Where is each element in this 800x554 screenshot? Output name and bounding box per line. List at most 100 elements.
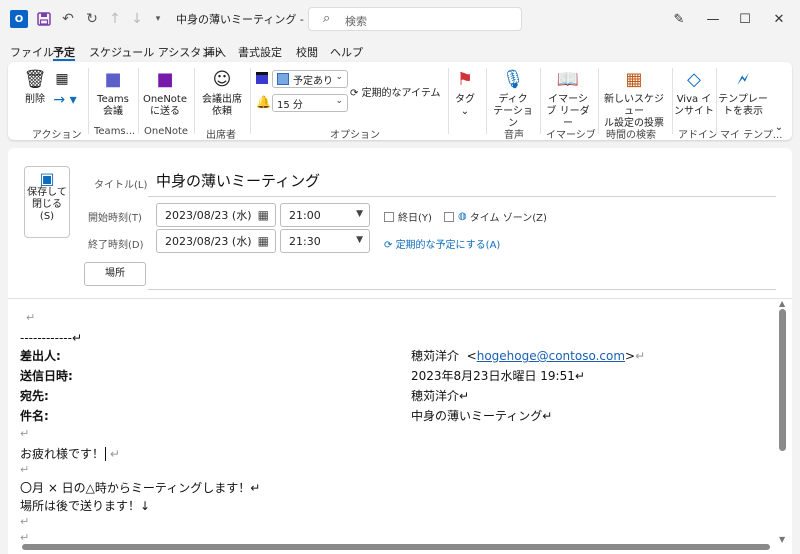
- save-close-label-2: 閉じる: [32, 199, 62, 210]
- ribbon-separator: [194, 68, 195, 134]
- viva-insights-icon: ◇: [687, 69, 701, 90]
- paragraph-mark: ↵: [20, 531, 30, 544]
- location-button[interactable]: 場所: [84, 262, 146, 286]
- ribbon-separator: [672, 68, 673, 134]
- location-input-underline[interactable]: [148, 289, 776, 290]
- to-value: 穂苅洋介↵: [411, 389, 470, 403]
- save-icon[interactable]: [36, 10, 52, 28]
- viva-insights-button[interactable]: ◇ Viva イ ンサイト: [674, 68, 714, 118]
- vertical-scrollbar[interactable]: [779, 309, 786, 451]
- recurrence-label: 定期的なアイテム: [361, 88, 441, 99]
- teams-icon: ■: [104, 69, 122, 90]
- quick-access-more-icon[interactable]: ▾: [152, 10, 164, 28]
- end-date-picker[interactable]: 2023/08/23 (水) ▦: [156, 229, 276, 253]
- maximize-button[interactable]: ☐: [730, 10, 760, 28]
- chevron-down-icon: ⌄: [460, 106, 470, 117]
- teams-label-2: 会議: [103, 106, 123, 117]
- show-as-dropdown[interactable]: 予定あり ⌄: [272, 70, 348, 88]
- all-day-checkbox[interactable]: 終日(Y): [384, 209, 432, 224]
- paragraph-mark: ↵: [635, 349, 646, 363]
- redo-icon[interactable]: ↻: [84, 10, 100, 28]
- close-button[interactable]: ✕: [764, 10, 794, 28]
- to-label: 宛先:: [20, 389, 49, 403]
- undo-icon[interactable]: ↶: [60, 10, 76, 28]
- invite-label-2: 依頼: [212, 106, 232, 117]
- from-email-link[interactable]: hogehoge@contoso.com: [477, 349, 625, 363]
- delete-button[interactable]: 🗑 削除: [18, 68, 52, 106]
- invite-attendees-button[interactable]: ☺ 会議出席 依頼: [198, 68, 246, 118]
- active-tab-indicator: [53, 59, 75, 61]
- immersive-reader-button[interactable]: 📖 イマーシ ブ リーダー: [542, 68, 594, 130]
- title-label: タイトル(L): [94, 180, 148, 191]
- start-date-picker[interactable]: 2023/08/23 (水) ▦: [156, 203, 276, 227]
- delete-label: 削除: [25, 94, 45, 105]
- poll-calendar-icon: ▦: [625, 69, 643, 90]
- make-recurring-link[interactable]: ⟳ 定期的な予定にする(A): [384, 236, 500, 251]
- scroll-up-icon[interactable]: ▲: [779, 299, 785, 308]
- paragraph-mark: ↵: [20, 427, 30, 440]
- message-body[interactable]: ↵ ------------↵ 差出人: 穂苅洋介 <hogehoge@cont…: [8, 298, 792, 554]
- start-time-label: 開始時刻(T): [88, 213, 142, 224]
- tags-button[interactable]: ⚑ タグ ⌄: [450, 68, 480, 118]
- paragraph-mark: ↵: [109, 447, 120, 461]
- title-input[interactable]: 中身の薄いミーティング: [156, 170, 320, 191]
- ribbon-tabs: ファイル 予定 スケジュール アシスタント 挿入 書式設定 校閲 ヘルプ: [0, 40, 800, 62]
- group-addins-label: アドイン: [678, 130, 718, 141]
- ribbon-separator: [716, 68, 717, 134]
- bell-icon: 🔔: [256, 95, 271, 109]
- greeting-value: お疲れ様です！: [20, 447, 105, 461]
- time-zone-checkbox[interactable]: ◍ タイム ゾーン(Z): [444, 209, 547, 224]
- new-scheduling-poll-button[interactable]: ▦ 新しいスケジュー ル設定の投票: [600, 68, 668, 130]
- search-icon: ⌕: [323, 11, 331, 26]
- from-label: 差出人:: [20, 349, 61, 363]
- checkbox-box: [444, 211, 454, 222]
- time-zone-label: タイム ゾーン(Z): [469, 213, 547, 224]
- calendar-move-button[interactable]: ▦: [52, 70, 72, 90]
- view-templates-button[interactable]: 🗲 テンプレー トを表示: [718, 68, 768, 118]
- teams-meeting-button[interactable]: ■ Teams 会議: [92, 68, 134, 118]
- template-label-2: トを表示: [723, 106, 763, 117]
- from-name: 穂苅洋介: [411, 349, 460, 363]
- separator-line: ------------↵: [20, 331, 83, 345]
- end-time-label: 終了時刻(D): [88, 240, 144, 251]
- tab-insert[interactable]: 挿入: [204, 44, 226, 60]
- chevron-down-icon: ▼: [356, 209, 363, 219]
- recurrence-icon: ⟳: [350, 88, 362, 99]
- body-line-1: 〇月 × 日の△時からミーティングします！↵: [20, 481, 261, 495]
- tab-help[interactable]: ヘルプ: [330, 44, 363, 60]
- start-time-value: 21:00: [289, 208, 321, 222]
- ribbon-separator: [250, 68, 251, 134]
- horizontal-scrollbar[interactable]: [22, 544, 770, 550]
- group-voice-label: 音声: [504, 130, 524, 141]
- title-underline: [148, 196, 776, 197]
- reminder-dropdown[interactable]: 15 分 ⌄: [272, 94, 348, 112]
- next-item-icon[interactable]: ↓: [130, 10, 144, 28]
- forward-button[interactable]: → ▾: [52, 93, 78, 107]
- dictate-button[interactable]: 🎙 ディク テーション: [490, 68, 536, 130]
- start-time-dropdown[interactable]: 21:00 ▼: [280, 203, 370, 227]
- appointment-form: ▣ 保存して 閉じる (S) タイトル(L) 中身の薄いミーティング 開始時刻(…: [8, 148, 792, 298]
- scroll-down-icon[interactable]: ▼: [779, 535, 785, 544]
- end-time-dropdown[interactable]: 21:30 ▼: [280, 229, 370, 253]
- greeting-text: お疲れ様です！ ↵: [20, 445, 120, 462]
- group-immersive-label: イマーシブ: [546, 130, 596, 141]
- from-value: 穂苅洋介 <hogehoge@contoso.com>↵: [411, 349, 646, 363]
- sent-label: 送信日時:: [20, 369, 73, 383]
- tab-format[interactable]: 書式設定: [238, 44, 282, 60]
- ribbon-collapse-icon[interactable]: ⌄: [772, 122, 786, 134]
- tab-appointment[interactable]: 予定: [53, 44, 75, 60]
- save-close-icon: ▣: [39, 169, 55, 188]
- recurrence-button[interactable]: ⟳ 定期的なアイテム: [350, 88, 444, 100]
- tab-review[interactable]: 校閲: [296, 44, 318, 60]
- save-and-close-button[interactable]: ▣ 保存して 閉じる (S): [24, 166, 70, 238]
- minimize-button[interactable]: —: [698, 10, 728, 28]
- paragraph-mark: ↵: [20, 463, 30, 476]
- tab-file[interactable]: ファイル: [10, 44, 54, 60]
- checkbox-box: [384, 211, 394, 222]
- show-as-value: 予定あり: [293, 75, 333, 87]
- search-box[interactable]: ⌕ 検索: [308, 7, 522, 31]
- previous-item-icon[interactable]: ↑: [108, 10, 122, 28]
- send-to-onenote-button[interactable]: ■ OneNote に送る: [142, 68, 188, 118]
- save-close-label-3: (S): [39, 211, 55, 222]
- pen-icon[interactable]: ✎: [664, 10, 694, 28]
